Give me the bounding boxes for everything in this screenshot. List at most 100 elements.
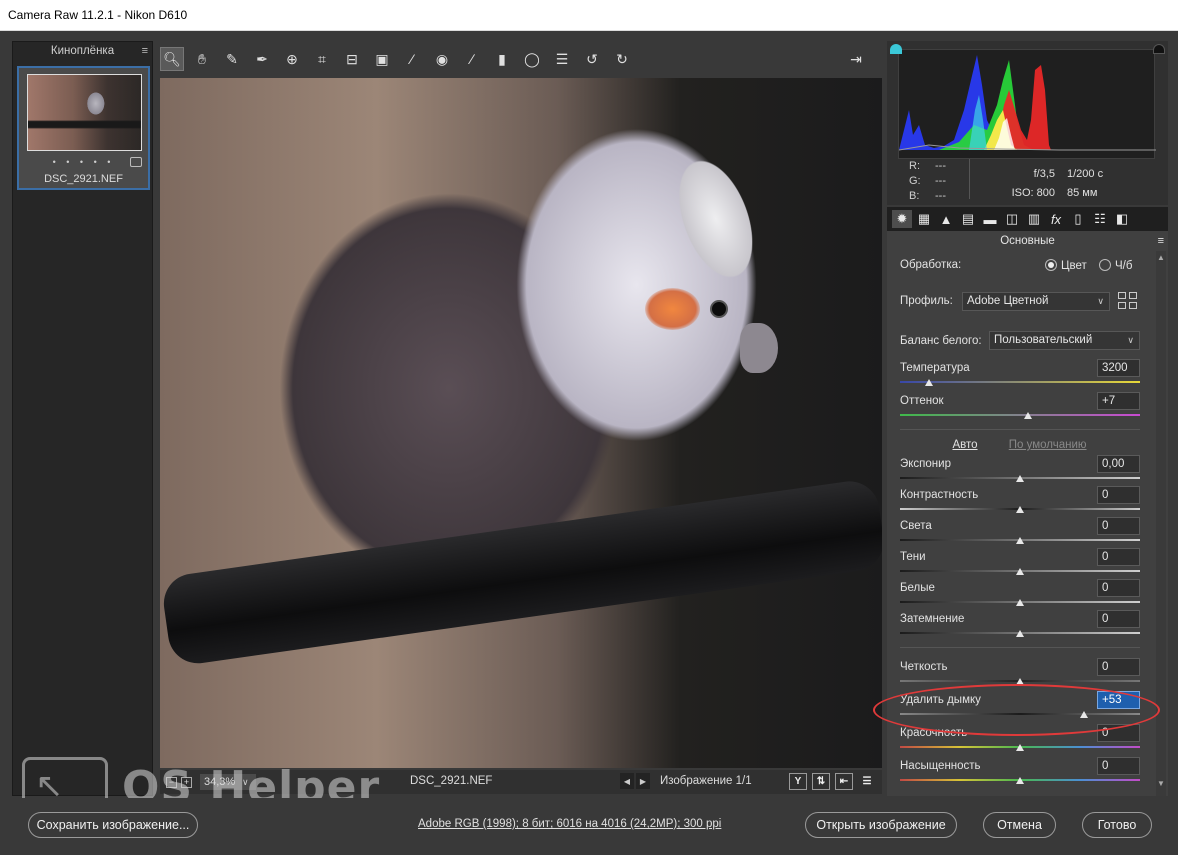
dehaze-highlight-ring [873,684,1160,736]
section-divider [900,429,1140,430]
white-balance-tool-icon[interactable]: ✎ [220,47,244,71]
clarity-field[interactable]: 0 [1097,658,1140,676]
tint-thumb[interactable] [1024,412,1032,419]
tab-tone-curve-icon[interactable]: ▦ [914,210,934,228]
zoom-tool-icon[interactable]: 🔍︎ [160,47,184,71]
chevron-down-icon: ∨ [1097,296,1104,306]
tab-camera-calibration-icon[interactable]: ▯ [1068,210,1088,228]
tab-lens-corrections-icon[interactable]: ◫ [1002,210,1022,228]
bird-crest [638,107,782,299]
highlights-thumb[interactable] [1016,537,1024,544]
tab-split-toning-icon[interactable]: ▬ [980,210,1000,228]
targeted-adjustment-tool-icon[interactable]: ⊕ [280,47,304,71]
temperature-label: Температура [900,362,970,374]
exposure-field[interactable]: 0,00 [1097,455,1140,473]
contrast-thumb[interactable] [1016,506,1024,513]
before-after-y-button[interactable]: Y [789,773,807,790]
rotate-left-icon[interactable]: ↺ [580,47,604,71]
image-filename: DSC_2921.NEF [410,775,493,787]
tab-transform-icon[interactable]: ▥ [1024,210,1044,228]
contrast-field[interactable]: 0 [1097,486,1140,504]
white-balance-value: Пользовательский [994,334,1093,346]
auto-link[interactable]: Авто [952,439,977,451]
bw-radio[interactable]: Ч/б [1099,259,1132,272]
rating-dots[interactable]: • • • • • [19,157,148,167]
temperature-field[interactable]: 3200 [1097,359,1140,377]
fullscreen-toggle-icon[interactable]: ⇥ [844,47,868,71]
swap-settings-button[interactable]: ⇅ [812,773,830,790]
white-balance-label: Баланс белого: [900,335,982,347]
tint-field[interactable]: +7 [1097,392,1140,410]
red-eye-tool-icon[interactable]: ◉ [430,47,454,71]
b-value: --- [935,190,946,202]
copy-settings-button[interactable]: ⇤ [835,773,853,790]
workflow-options-link[interactable]: Adobe RGB (1998); 8 бит; 6016 на 4016 (2… [418,818,721,830]
thumbnail-filename: DSC_2921.NEF [44,173,123,185]
temperature-thumb[interactable] [925,379,933,386]
crop-tool-icon[interactable]: ⌗ [310,47,334,71]
straighten-tool-icon[interactable]: ⊟ [340,47,364,71]
done-button[interactable]: Готово [1082,812,1152,838]
vibrance-thumb[interactable] [1016,744,1024,751]
processing-label: Обработка: [900,259,962,271]
tab-detail-icon[interactable]: ▲ [936,210,956,228]
tool-bar: 🔍︎ ✋︎ ✎ ✒ ⊕ ⌗ ⊟ ▣ ⁄ ◉ ∕ ▮ ◯ ☰ ↺ ↻ ⇥ [160,44,882,74]
radio-on-icon[interactable] [1045,259,1057,271]
shadow-clipping-icon[interactable] [890,44,902,54]
default-link[interactable]: По умолчанию [1009,439,1087,451]
scroll-down-icon[interactable]: ▼ [1157,779,1165,788]
tab-presets-icon[interactable]: ☷ [1090,210,1110,228]
transform-tool-icon[interactable]: ▣ [370,47,394,71]
filmstrip-menu-icon[interactable]: ≡ [142,45,148,57]
adjustment-brush-tool-icon[interactable]: ∕ [460,47,484,71]
toggle-default-icon[interactable]: ☰ [858,773,876,790]
panel-menu-icon[interactable]: ≡ [1158,231,1164,251]
hand-tool-icon[interactable]: ✋︎ [190,47,214,71]
whites-thumb[interactable] [1016,599,1024,606]
bird-eye [710,300,728,318]
exposure-thumb[interactable] [1016,475,1024,482]
filmstrip-panel: Киноплёнка ≡ • • • • • DSC_2921.NEF [12,41,153,796]
exif-info: f/3,5 1/200 с ISO: 800 85 мм [997,165,1104,203]
blacks-field[interactable]: 0 [1097,610,1140,628]
next-image-button[interactable]: ▶ [636,773,650,789]
profile-browser-icon[interactable] [1118,292,1137,309]
scroll-up-icon[interactable]: ▲ [1157,253,1165,262]
histogram-panel: R: --- G: --- B: --- f/3,5 1/200 с ISO: 800 8… [887,41,1168,205]
shadows-thumb[interactable] [1016,568,1024,575]
previous-image-button[interactable]: ◀ [620,773,634,789]
shadows-field[interactable]: 0 [1097,548,1140,566]
graduated-filter-tool-icon[interactable]: ▮ [490,47,514,71]
tab-snapshots-icon[interactable]: ◧ [1112,210,1132,228]
temperature-slider[interactable] [900,381,1140,383]
tab-basic-icon[interactable]: ✹ [892,210,912,228]
saturation-field[interactable]: 0 [1097,757,1140,775]
preferences-icon[interactable]: ☰ [550,47,574,71]
cancel-button[interactable]: Отмена [983,812,1056,838]
profile-select[interactable]: Adobe Цветной ∨ [962,292,1110,311]
tab-effects-icon[interactable]: fx [1046,210,1066,228]
image-preview[interactable] [160,78,882,768]
white-balance-select[interactable]: Пользовательский ∨ [989,331,1140,350]
image-counter: Изображение 1/1 [660,775,752,787]
save-image-button[interactable]: Сохранить изображение... [28,812,198,838]
g-value: --- [935,175,946,187]
radial-filter-tool-icon[interactable]: ◯ [520,47,544,71]
radio-off-icon[interactable] [1099,259,1111,271]
highlights-label: Света [900,520,932,532]
whites-field[interactable]: 0 [1097,579,1140,597]
saturation-thumb[interactable] [1016,777,1024,784]
highlights-field[interactable]: 0 [1097,517,1140,535]
color-radio[interactable]: Цвет [1045,259,1087,272]
filmstrip-thumbnail[interactable]: • • • • • DSC_2921.NEF [17,66,150,190]
spot-removal-tool-icon[interactable]: ⁄ [400,47,424,71]
blacks-thumb[interactable] [1016,630,1024,637]
color-sampler-tool-icon[interactable]: ✒ [250,47,274,71]
rotate-right-icon[interactable]: ↻ [610,47,634,71]
tab-hsl-icon[interactable]: ▤ [958,210,978,228]
filmstrip-title: Киноплёнка [50,45,115,57]
tint-slider[interactable] [900,414,1140,416]
open-image-button[interactable]: Открыть изображение [805,812,957,838]
highlight-clipping-icon[interactable] [1153,44,1165,54]
saturation-label: Насыщенность [900,760,981,772]
